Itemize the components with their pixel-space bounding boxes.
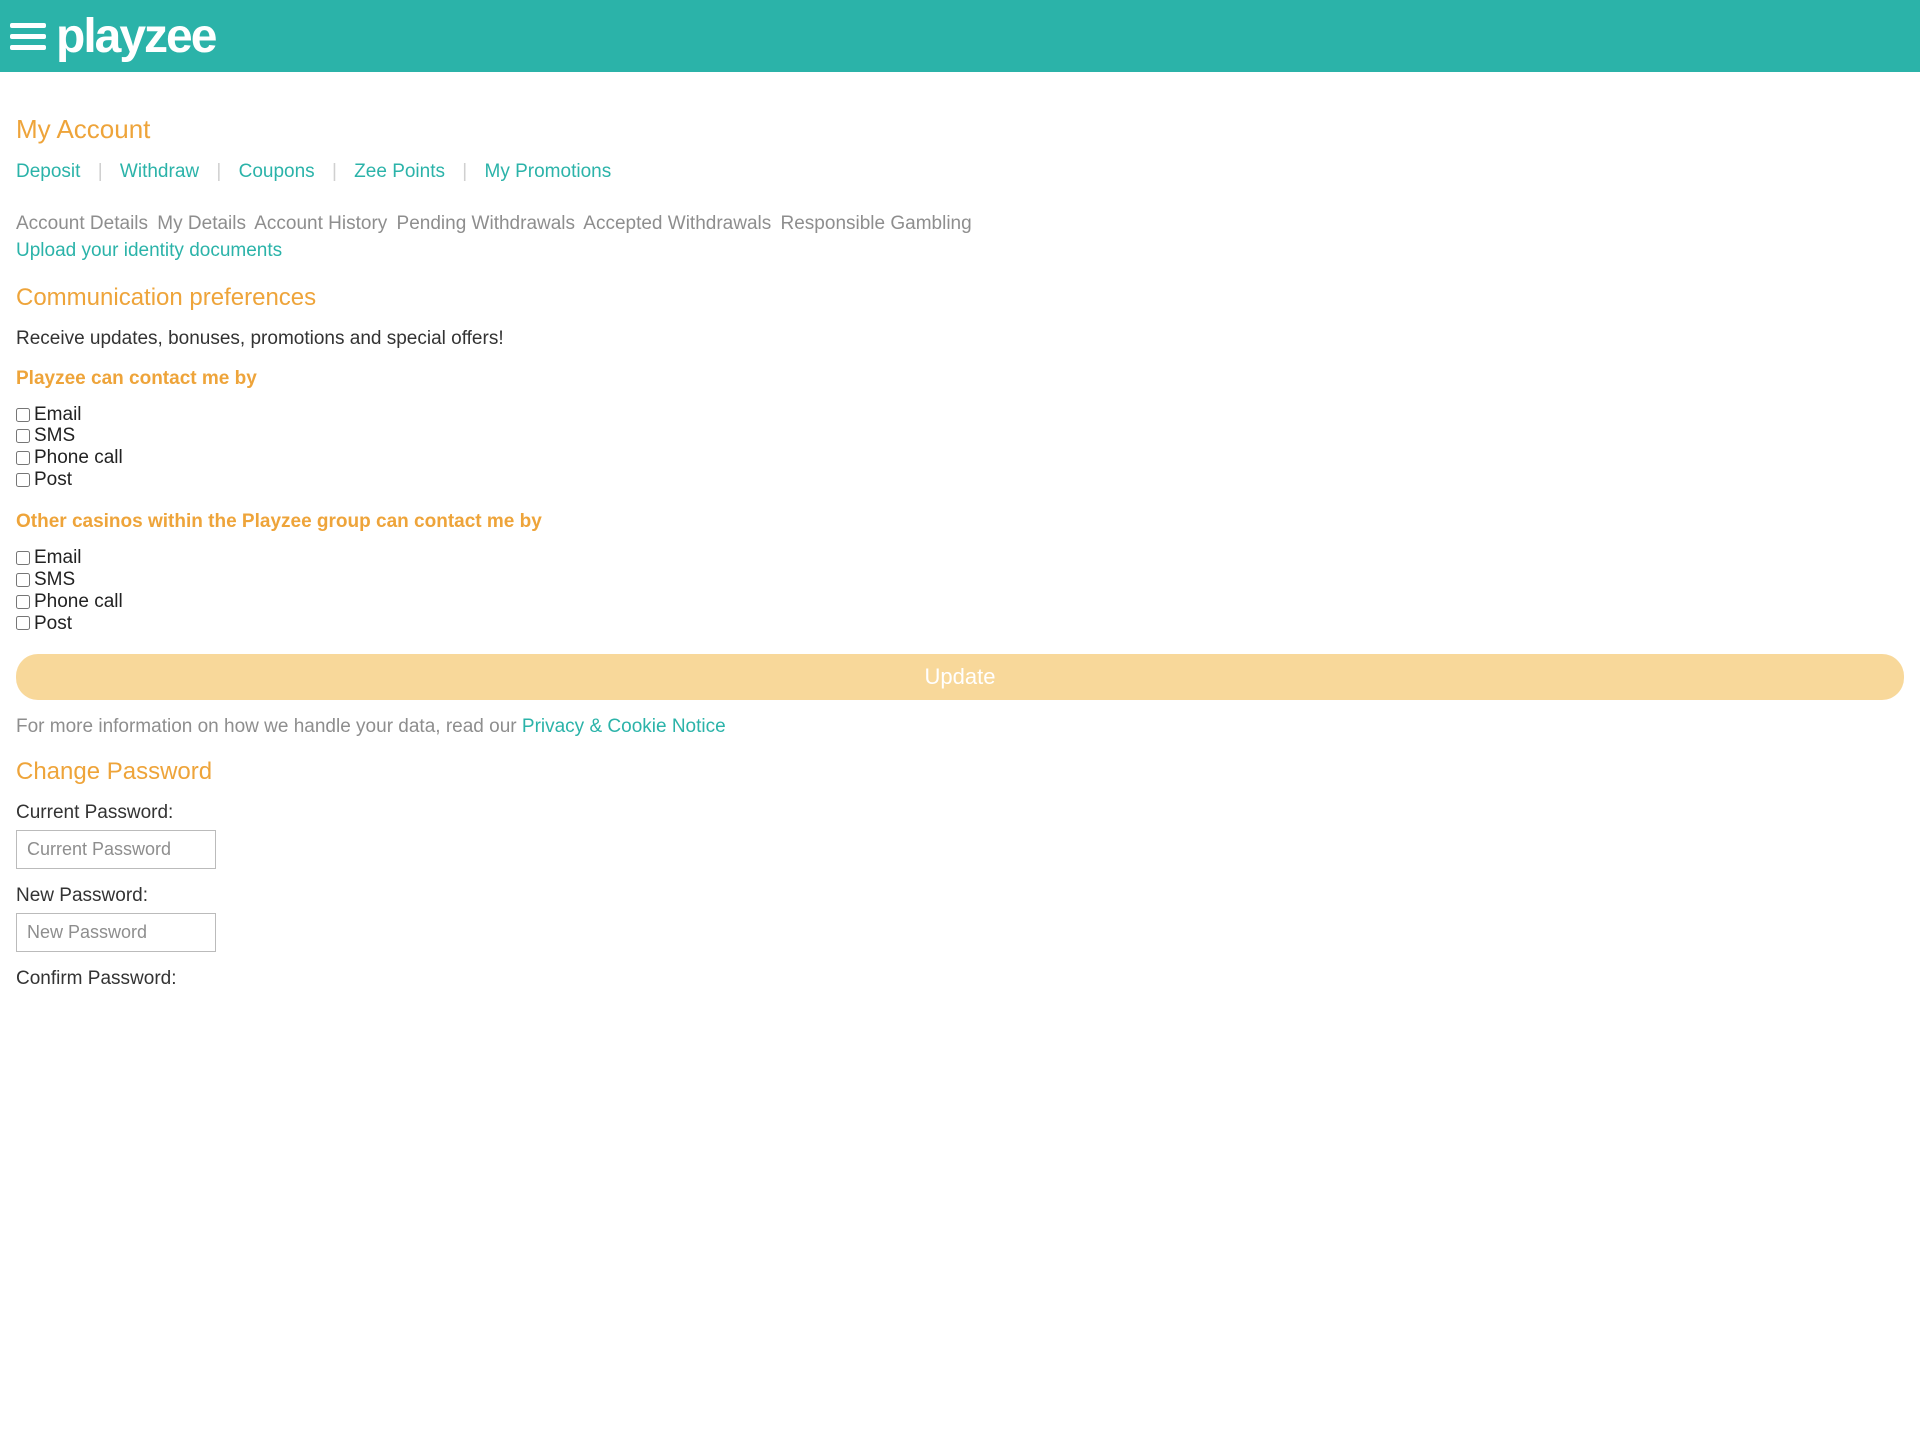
subnav-accepted-withdrawals[interactable]: Accepted Withdrawals bbox=[583, 213, 771, 234]
nav-separator: | bbox=[462, 161, 467, 182]
g2-phone-label: Phone call bbox=[34, 591, 123, 613]
g1-sms-label: SMS bbox=[34, 425, 75, 447]
g1-post-label: Post bbox=[34, 469, 72, 491]
g2-sms-checkbox[interactable] bbox=[16, 573, 30, 587]
comm-prefs-title: Communication preferences bbox=[16, 284, 1904, 312]
logo[interactable]: playzee bbox=[56, 9, 215, 64]
g1-phone-label: Phone call bbox=[34, 447, 123, 469]
group1-label: Playzee can contact me by bbox=[16, 368, 1904, 390]
new-password-input[interactable] bbox=[16, 913, 216, 952]
page-title: My Account bbox=[16, 114, 1904, 145]
account-nav: Deposit | Withdraw | Coupons | Zee Point… bbox=[16, 161, 1904, 183]
nav-coupons[interactable]: Coupons bbox=[239, 161, 315, 182]
subnav: Account Details My Details Account Histo… bbox=[16, 211, 1904, 238]
subnav-my-details[interactable]: My Details bbox=[157, 213, 246, 234]
upload-documents-link[interactable]: Upload your identity documents bbox=[16, 240, 282, 262]
privacy-link[interactable]: Privacy & Cookie Notice bbox=[522, 716, 726, 737]
nav-withdraw[interactable]: Withdraw bbox=[120, 161, 199, 182]
current-password-label: Current Password: bbox=[16, 802, 1904, 824]
group1-options: Email SMS Phone call Post bbox=[16, 404, 1904, 491]
nav-deposit[interactable]: Deposit bbox=[16, 161, 80, 182]
g2-post-label: Post bbox=[34, 613, 72, 635]
subnav-pending-withdrawals[interactable]: Pending Withdrawals bbox=[397, 213, 575, 234]
g1-sms-checkbox[interactable] bbox=[16, 429, 30, 443]
g2-email-checkbox[interactable] bbox=[16, 551, 30, 565]
comm-prefs-desc: Receive updates, bonuses, promotions and… bbox=[16, 328, 1904, 350]
privacy-prefix: For more information on how we handle yo… bbox=[16, 716, 522, 737]
g2-phone-checkbox[interactable] bbox=[16, 595, 30, 609]
g2-email-label: Email bbox=[34, 547, 82, 569]
g1-email-checkbox[interactable] bbox=[16, 408, 30, 422]
nav-separator: | bbox=[216, 161, 221, 182]
g1-email-label: Email bbox=[34, 404, 82, 426]
group2-options: Email SMS Phone call Post bbox=[16, 547, 1904, 634]
new-password-label: New Password: bbox=[16, 885, 1904, 907]
content: My Account Deposit | Withdraw | Coupons … bbox=[0, 72, 1920, 1016]
g2-sms-label: SMS bbox=[34, 569, 75, 591]
nav-zee-points[interactable]: Zee Points bbox=[354, 161, 445, 182]
confirm-password-label: Confirm Password: bbox=[16, 968, 1904, 990]
menu-icon[interactable] bbox=[10, 18, 46, 54]
nav-my-promotions[interactable]: My Promotions bbox=[485, 161, 612, 182]
group2-label: Other casinos within the Playzee group c… bbox=[16, 511, 1904, 533]
privacy-info: For more information on how we handle yo… bbox=[16, 716, 1904, 738]
nav-separator: | bbox=[98, 161, 103, 182]
current-password-input[interactable] bbox=[16, 830, 216, 869]
g2-post-checkbox[interactable] bbox=[16, 616, 30, 630]
nav-separator: | bbox=[332, 161, 337, 182]
g1-phone-checkbox[interactable] bbox=[16, 451, 30, 465]
subnav-account-history[interactable]: Account History bbox=[254, 213, 387, 234]
subnav-account-details[interactable]: Account Details bbox=[16, 213, 148, 234]
subnav-responsible-gambling[interactable]: Responsible Gambling bbox=[781, 213, 972, 234]
g1-post-checkbox[interactable] bbox=[16, 473, 30, 487]
update-button[interactable]: Update bbox=[16, 654, 1904, 700]
header: playzee bbox=[0, 0, 1920, 72]
change-password-title: Change Password bbox=[16, 758, 1904, 786]
